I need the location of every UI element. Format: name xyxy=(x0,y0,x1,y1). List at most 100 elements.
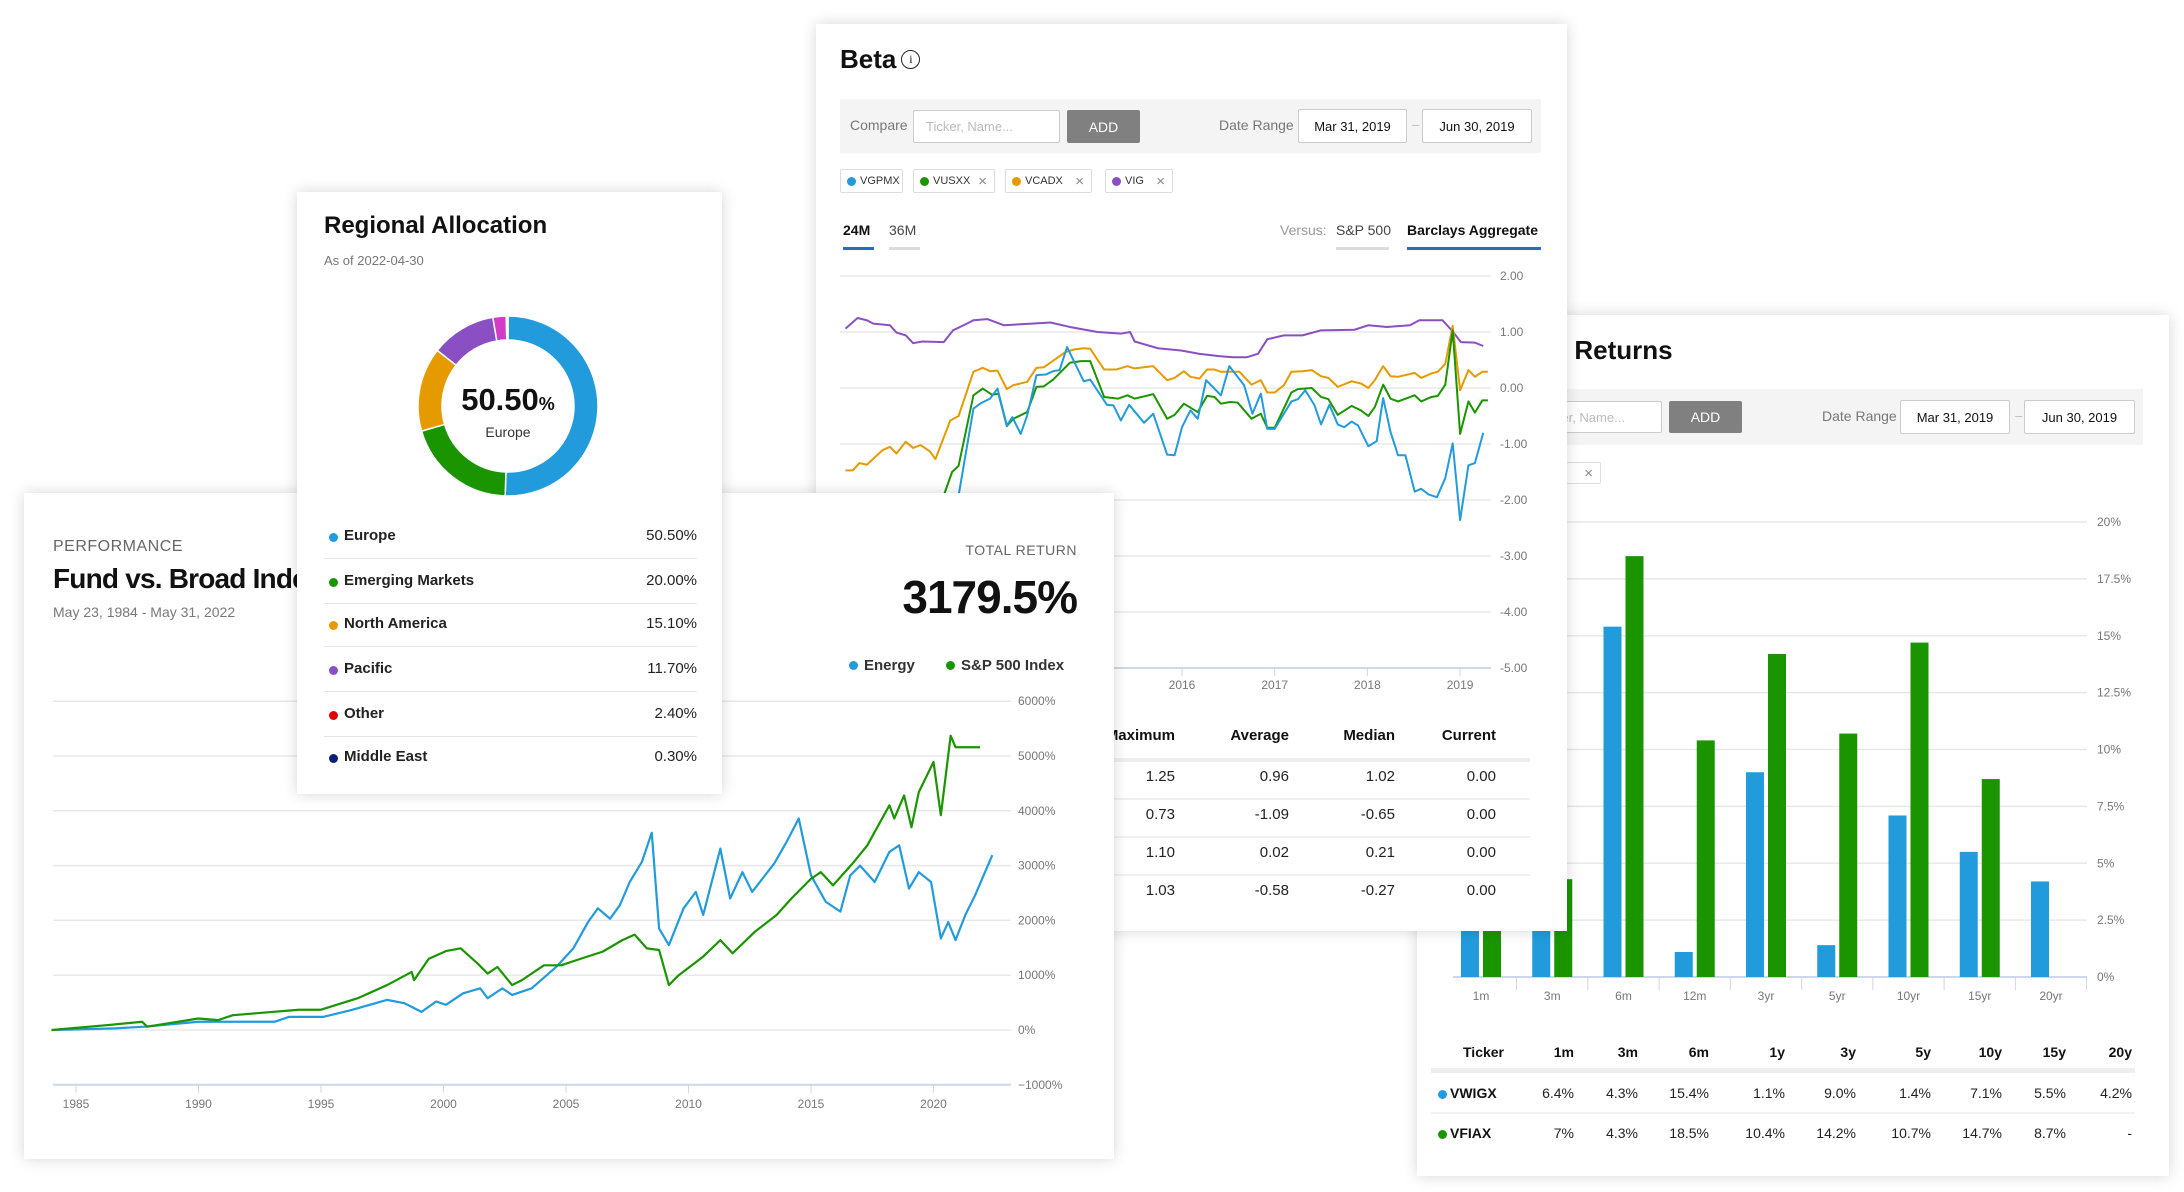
row-divider xyxy=(324,603,697,604)
table-cell: 1.4% xyxy=(1899,1085,1931,1101)
x-tick-label: 2019 xyxy=(1447,678,1474,692)
region-label: Europe xyxy=(344,527,396,544)
region-value: 2.40% xyxy=(654,705,697,722)
table-cell: 0.00 xyxy=(1466,882,1496,899)
table-cell: 8.7% xyxy=(2034,1125,2066,1141)
table-header-median: Median xyxy=(1343,727,1395,744)
table-header-1m: 1m xyxy=(1553,1044,1574,1060)
y-tick-label: 0.00 xyxy=(1500,381,1524,395)
bar-vfiax-12m xyxy=(1696,740,1715,977)
row-divider xyxy=(324,736,697,737)
x-tick-label: 3m xyxy=(1544,989,1561,1003)
table-cell: 4.2% xyxy=(2100,1085,2132,1101)
legend-dot xyxy=(329,711,338,720)
y-tick-label: 17.5% xyxy=(2097,572,2131,586)
table-header-10y: 10y xyxy=(1978,1044,2002,1060)
regional-legend-row: Emerging Markets 20.00% xyxy=(324,569,697,597)
table-cell: 0.21 xyxy=(1365,844,1395,861)
y-tick-label: 1000% xyxy=(1018,968,1056,982)
table-cell: 14.2% xyxy=(1816,1125,1856,1141)
table-cell: -1.09 xyxy=(1254,806,1289,823)
x-tick-label: 20yr xyxy=(2039,989,2062,1003)
region-value: 11.70% xyxy=(647,660,697,677)
donut-center-label: Europe xyxy=(485,424,531,440)
x-tick-label: 2017 xyxy=(1261,678,1288,692)
y-tick-label: −1000% xyxy=(1018,1078,1063,1092)
region-label: Middle East xyxy=(344,748,428,765)
row-divider xyxy=(324,646,697,647)
regional-legend-row: North America 15.10% xyxy=(324,612,697,640)
x-tick-label: 2020 xyxy=(920,1097,947,1111)
table-cell: 1.10 xyxy=(1145,844,1175,861)
table-header-rule xyxy=(1431,1068,2135,1073)
regional-legend-row: Europe 50.50% xyxy=(324,524,697,552)
table-cell: 0.00 xyxy=(1466,844,1496,861)
region-label: Other xyxy=(344,705,385,722)
series-line-energy xyxy=(51,817,994,1032)
table-cell: 0.02 xyxy=(1259,844,1289,861)
table-header-6m: 6m xyxy=(1688,1044,1709,1060)
x-tick-label: 2010 xyxy=(675,1097,702,1111)
y-tick-label: -2.00 xyxy=(1500,493,1528,507)
table-cell: 1.03 xyxy=(1145,882,1175,899)
table-header-average: Average xyxy=(1230,727,1289,744)
table-cell: 9.0% xyxy=(1824,1085,1856,1101)
y-tick-label: -5.00 xyxy=(1500,661,1528,675)
row-divider xyxy=(324,558,697,559)
x-tick-label: 2005 xyxy=(553,1097,580,1111)
ticker-label: VWIGX xyxy=(1450,1085,1497,1101)
series-line-vig xyxy=(844,317,1484,359)
y-tick-label: 6000% xyxy=(1018,694,1056,708)
bar-vwigx-3yr xyxy=(1746,772,1764,977)
table-cell: 14.7% xyxy=(1962,1125,2002,1141)
bar-vfiax-3yr xyxy=(1768,653,1786,977)
y-tick-label: 5% xyxy=(2097,856,2115,870)
table-cell: 4.3% xyxy=(1606,1085,1638,1101)
y-tick-label: -1.00 xyxy=(1500,437,1528,451)
table-cell: 6.4% xyxy=(1542,1085,1574,1101)
legend-dot xyxy=(329,754,338,763)
region-value: 20.00% xyxy=(646,572,697,589)
bar-vwigx-12m xyxy=(1674,951,1693,977)
bar-vwigx-6m xyxy=(1603,626,1622,977)
y-tick-label: 1.00 xyxy=(1500,325,1524,339)
table-header-3m: 3m xyxy=(1617,1044,1638,1060)
x-tick-label: 1995 xyxy=(308,1097,335,1111)
ticker-label: VFIAX xyxy=(1450,1125,1492,1141)
x-tick-label: 15yr xyxy=(1968,989,1991,1003)
ticker-dot xyxy=(1438,1090,1447,1099)
table-cell: -0.58 xyxy=(1254,882,1289,899)
region-value: 0.30% xyxy=(654,748,697,765)
x-tick-label: 10yr xyxy=(1897,989,1920,1003)
y-tick-label: 15% xyxy=(2097,629,2121,643)
x-tick-label: 2015 xyxy=(798,1097,825,1111)
y-tick-label: 2.00 xyxy=(1500,269,1524,283)
table-header-15y: 15y xyxy=(2042,1044,2066,1060)
table-cell: 0.96 xyxy=(1259,768,1289,785)
x-tick-label: 6m xyxy=(1615,989,1632,1003)
y-tick-label: 0% xyxy=(1018,1023,1036,1037)
x-tick-label: 2000 xyxy=(430,1097,457,1111)
bar-vwigx-15yr xyxy=(1959,851,1978,977)
legend-dot xyxy=(329,621,338,630)
table-cell: 1.02 xyxy=(1365,768,1395,785)
donut-center-number: 50.50 xyxy=(461,382,539,417)
x-tick-label: 3yr xyxy=(1758,989,1775,1003)
row-divider xyxy=(324,691,697,692)
table-cell: 10.7% xyxy=(1891,1125,1931,1141)
table-cell: 5.5% xyxy=(2034,1085,2066,1101)
y-tick-label: 2.5% xyxy=(2097,913,2125,927)
table-cell: 4.3% xyxy=(1606,1125,1638,1141)
y-tick-label: 4000% xyxy=(1018,804,1056,818)
regional-legend-row: Pacific 11.70% xyxy=(324,657,697,685)
region-label: North America xyxy=(344,615,447,632)
region-label: Pacific xyxy=(344,660,393,677)
table-cell: 7.1% xyxy=(1970,1085,2002,1101)
bar-vfiax-15yr xyxy=(1981,779,2000,977)
legend-dot xyxy=(329,533,338,542)
table-cell: 0.00 xyxy=(1466,768,1496,785)
table-cell: 15.4% xyxy=(1669,1085,1709,1101)
y-tick-label: 7.5% xyxy=(2097,799,2125,813)
table-cell: -0.27 xyxy=(1360,882,1395,899)
region-label: Emerging Markets xyxy=(344,572,475,589)
